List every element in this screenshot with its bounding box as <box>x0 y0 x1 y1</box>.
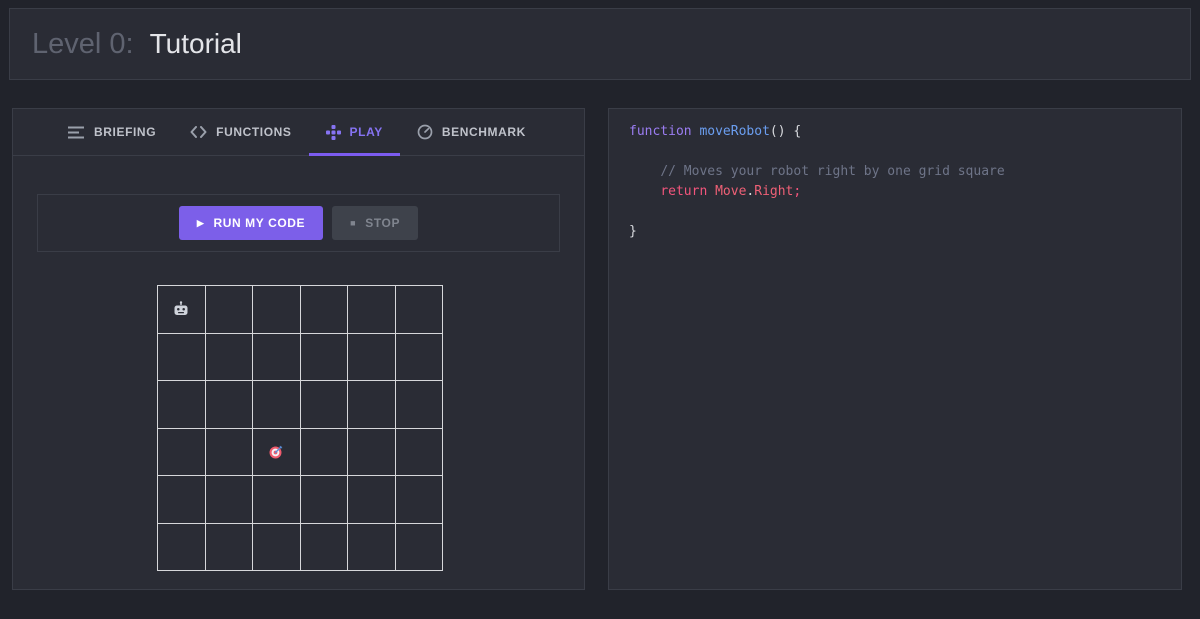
grid-cell <box>205 523 253 571</box>
grid-cell <box>300 286 348 334</box>
functions-icon <box>190 126 207 138</box>
code-token: Move <box>715 184 747 199</box>
code-token: function <box>629 124 692 139</box>
grid-cell <box>348 333 396 381</box>
run-button-label: RUN MY CODE <box>213 216 306 230</box>
code-line: // Moves your robot right by one grid sq… <box>629 162 1161 182</box>
grid-cell <box>348 286 396 334</box>
grid-cell <box>348 523 396 571</box>
grid-cell <box>300 476 348 524</box>
code-editor[interactable]: function moveRobot() { // Moves your rob… <box>609 109 1181 589</box>
code-line: return Move.Right; <box>629 182 1161 202</box>
code-line: function moveRobot() { <box>629 122 1161 142</box>
code-token: return <box>660 184 708 199</box>
grid-cell <box>300 523 348 571</box>
grid-cell <box>253 381 301 429</box>
tab-label: FUNCTIONS <box>216 125 292 139</box>
tab-label: BENCHMARK <box>441 125 526 139</box>
grid-cell <box>348 381 396 429</box>
target-icon <box>268 444 284 460</box>
grid-cell <box>158 523 206 571</box>
code-editor-panel: function moveRobot() { // Moves your rob… <box>608 108 1182 590</box>
grid-cell <box>158 333 206 381</box>
grid-cell <box>300 381 348 429</box>
code-token: ; <box>793 184 802 199</box>
grid-cell <box>395 381 443 429</box>
stop-button-label: STOP <box>365 216 401 230</box>
robot-icon <box>172 301 190 317</box>
run-controls: ▶ RUN MY CODE ■ STOP <box>37 194 560 252</box>
play-tab-icon <box>325 124 341 140</box>
game-grid <box>157 285 443 571</box>
grid-cell <box>395 333 443 381</box>
run-my-code-button[interactable]: ▶ RUN MY CODE <box>178 206 324 240</box>
tab-functions[interactable]: FUNCTIONS <box>173 109 308 155</box>
grid-cell <box>158 476 206 524</box>
grid-cell <box>348 428 396 476</box>
tab-briefing[interactable]: BRIEFING <box>51 109 173 155</box>
code-token: moveRobot <box>699 124 770 139</box>
tab-bar: BRIEFING FUNCTIONS PLAY BENCHMARK <box>13 109 584 156</box>
code-token: Right <box>754 184 794 199</box>
grid-cell <box>300 333 348 381</box>
grid-cell <box>395 523 443 571</box>
grid-cell <box>205 286 253 334</box>
code-token: // Moves your robot right by one grid sq… <box>660 164 1005 179</box>
grid-cell <box>205 428 253 476</box>
grid-cell <box>253 286 301 334</box>
grid-cell <box>395 428 443 476</box>
main-content: BRIEFING FUNCTIONS PLAY BENCHMARK ▶ RUN MY … <box>12 108 1188 590</box>
grid-cell <box>158 286 206 334</box>
level-header: Level 0: Tutorial <box>9 8 1191 80</box>
tab-label: PLAY <box>349 125 383 139</box>
code-line: } <box>629 222 1161 242</box>
stop-icon: ■ <box>350 217 357 228</box>
grid-cell <box>205 381 253 429</box>
game-panel: BRIEFING FUNCTIONS PLAY BENCHMARK ▶ RUN MY … <box>12 108 585 590</box>
grid-cell <box>205 333 253 381</box>
level-title: Tutorial <box>149 28 242 59</box>
grid-cell <box>158 381 206 429</box>
tab-label: BRIEFING <box>94 125 157 139</box>
grid-cell <box>253 428 301 476</box>
grid-cell <box>253 523 301 571</box>
grid-cell <box>205 476 253 524</box>
grid-cell <box>253 476 301 524</box>
grid-cell <box>395 476 443 524</box>
grid-cell <box>300 428 348 476</box>
grid-cell <box>158 428 206 476</box>
briefing-icon <box>68 126 85 139</box>
grid-cell <box>348 476 396 524</box>
grid-cell <box>253 333 301 381</box>
stop-button[interactable]: ■ STOP <box>332 206 419 240</box>
tab-play[interactable]: PLAY <box>308 109 401 156</box>
tab-benchmark[interactable]: BENCHMARK <box>400 109 543 155</box>
code-token: } <box>629 224 637 239</box>
play-icon: ▶ <box>196 217 205 228</box>
code-token: () { <box>769 124 802 139</box>
benchmark-icon <box>417 124 433 140</box>
grid-cell <box>395 286 443 334</box>
level-label: Level 0: <box>32 27 134 60</box>
